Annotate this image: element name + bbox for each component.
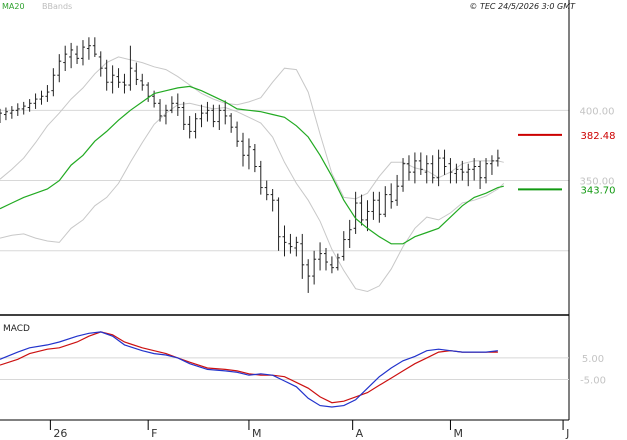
- x-tick-label: M: [252, 427, 262, 440]
- support-level-label: 343.70: [581, 185, 616, 196]
- macd-panel-title: MACD: [3, 324, 30, 334]
- x-tick-label: F: [151, 427, 157, 440]
- legend-bbands: BBands: [42, 2, 72, 11]
- chart-background: [0, 0, 627, 440]
- macd-ytick-label: -5.00: [580, 376, 606, 387]
- x-tick-label: M: [453, 427, 463, 440]
- resistance-level-label: 382.48: [581, 131, 616, 142]
- stock-chart: 350.00400.00382.48343.70 -5.005.00 26 F M A…: [0, 0, 627, 440]
- price-ytick-label: 400.00: [580, 106, 615, 117]
- macd-ytick-label: 5.00: [582, 354, 604, 365]
- copyright-stamp: © TEC 24/5/2026 3:0 GMT: [469, 2, 576, 11]
- x-tick-label: A: [356, 427, 364, 440]
- x-tick-label: 26: [53, 427, 67, 440]
- legend-ma20: MA20: [2, 2, 25, 11]
- x-tick-label: J: [565, 427, 569, 440]
